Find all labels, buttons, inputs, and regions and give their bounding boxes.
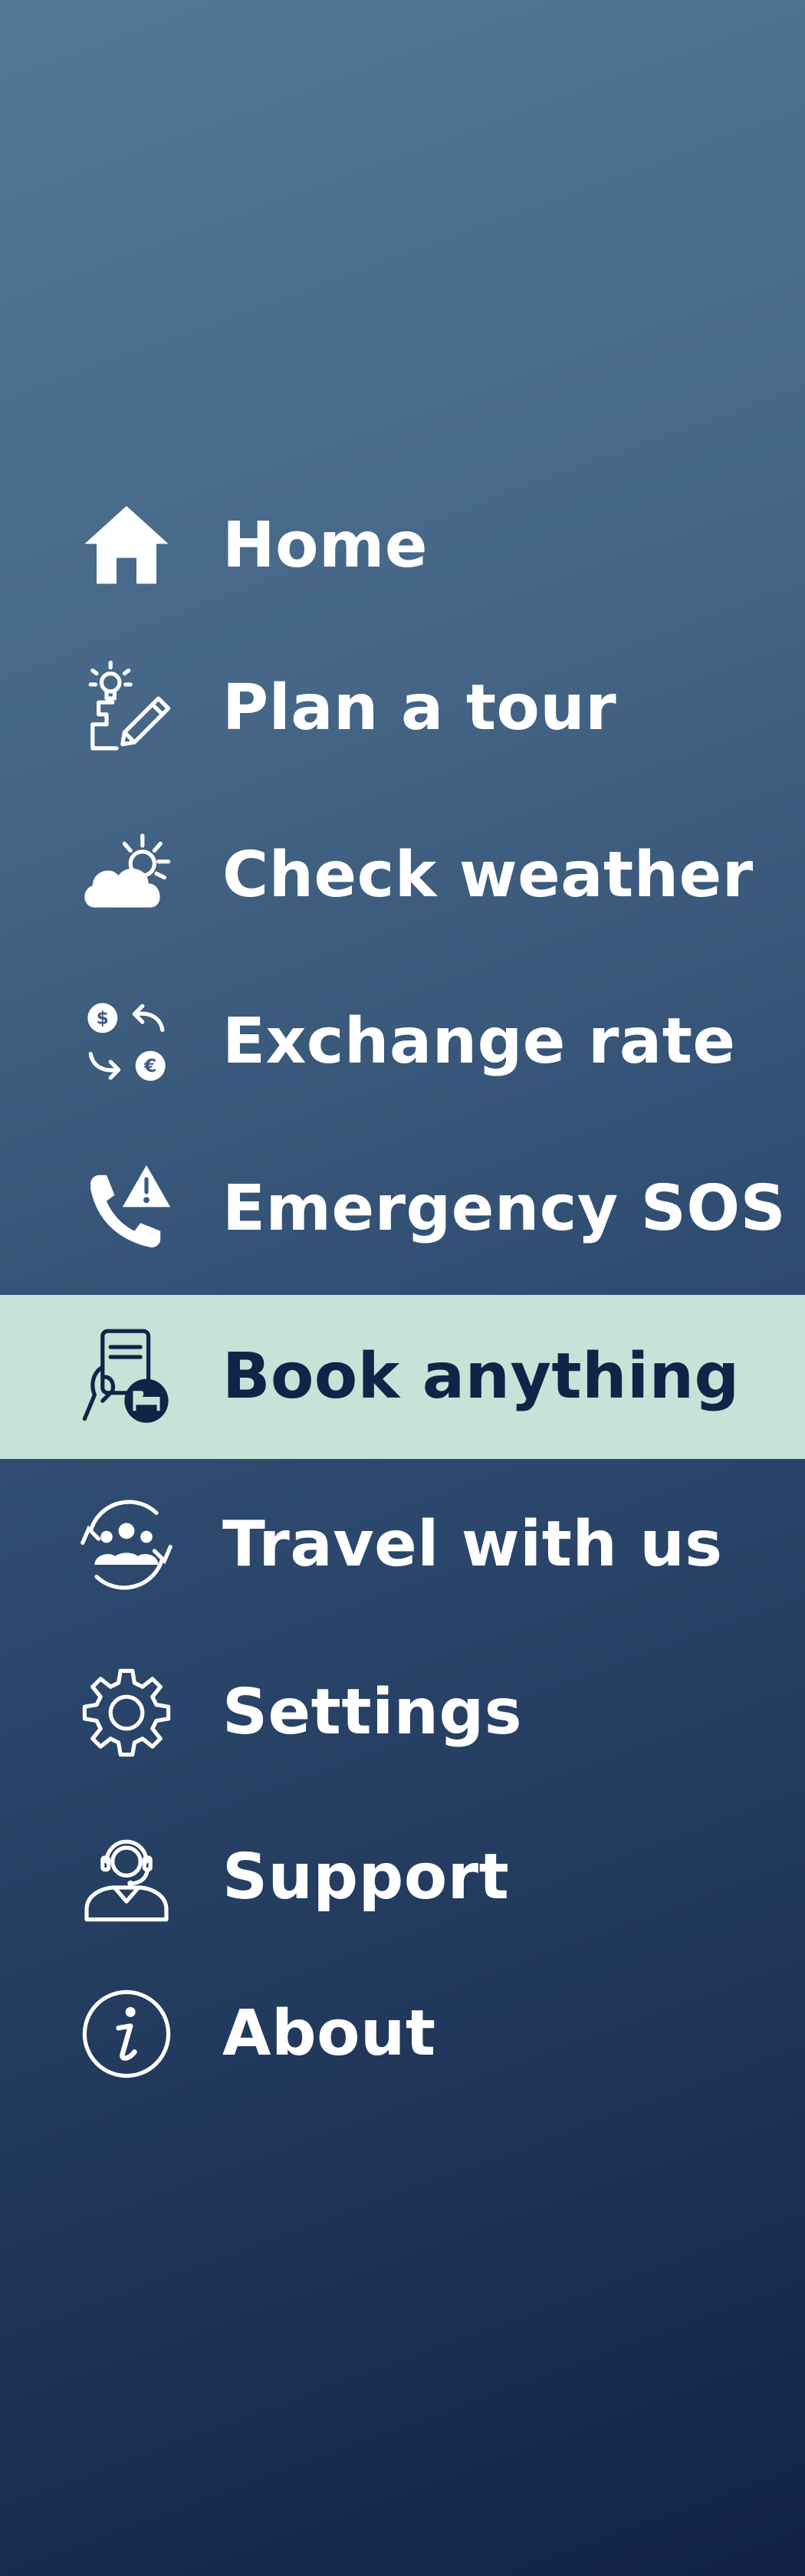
menu-item-label: Exchange rate <box>222 1005 736 1078</box>
gear-icon <box>77 1663 176 1763</box>
navigation-menu: Home Plan a tour Check weather $ € Excha… <box>0 0 805 2576</box>
menu-item-home[interactable]: Home <box>0 464 805 628</box>
support-agent-icon <box>77 1828 176 1927</box>
menu-item-label: Check weather <box>222 839 754 912</box>
menu-item-label: Home <box>222 509 429 582</box>
menu-item-emergency-sos[interactable]: Emergency SOS <box>0 1127 805 1291</box>
menu-item-label: About <box>222 1997 436 2070</box>
home-icon <box>77 496 176 596</box>
menu-item-support[interactable]: Support <box>0 1796 805 1960</box>
menu-item-label: Settings <box>222 1676 523 1749</box>
exchange-rate-icon: $ € <box>77 992 176 1092</box>
svg-text:$: $ <box>97 1007 109 1029</box>
menu-item-settings[interactable]: Settings <box>0 1631 805 1795</box>
menu-item-label: Book anything <box>222 1340 740 1413</box>
plan-tour-icon <box>77 659 176 758</box>
menu-item-label: Travel with us <box>222 1508 723 1581</box>
group-travel-icon <box>77 1495 176 1595</box>
emergency-sos-icon <box>77 1159 176 1259</box>
menu-item-label: Plan a tour <box>222 672 617 744</box>
menu-item-label: Emergency SOS <box>222 1172 787 1245</box>
menu-item-about[interactable]: About <box>0 1952 805 2116</box>
menu-item-plan-a-tour[interactable]: Plan a tour <box>0 626 805 790</box>
menu-item-travel-with-us[interactable]: Travel with us <box>0 1463 805 1627</box>
menu-item-label: Support <box>222 1841 510 1914</box>
booking-icon <box>77 1327 176 1427</box>
weather-icon <box>77 826 176 925</box>
menu-item-book-anything[interactable]: Book anything <box>0 1295 805 1459</box>
menu-item-exchange-rate[interactable]: $ € Exchange rate <box>0 960 805 1124</box>
info-icon <box>77 1984 176 2084</box>
menu-item-check-weather[interactable]: Check weather <box>0 794 805 958</box>
svg-text:€: € <box>143 1055 156 1076</box>
